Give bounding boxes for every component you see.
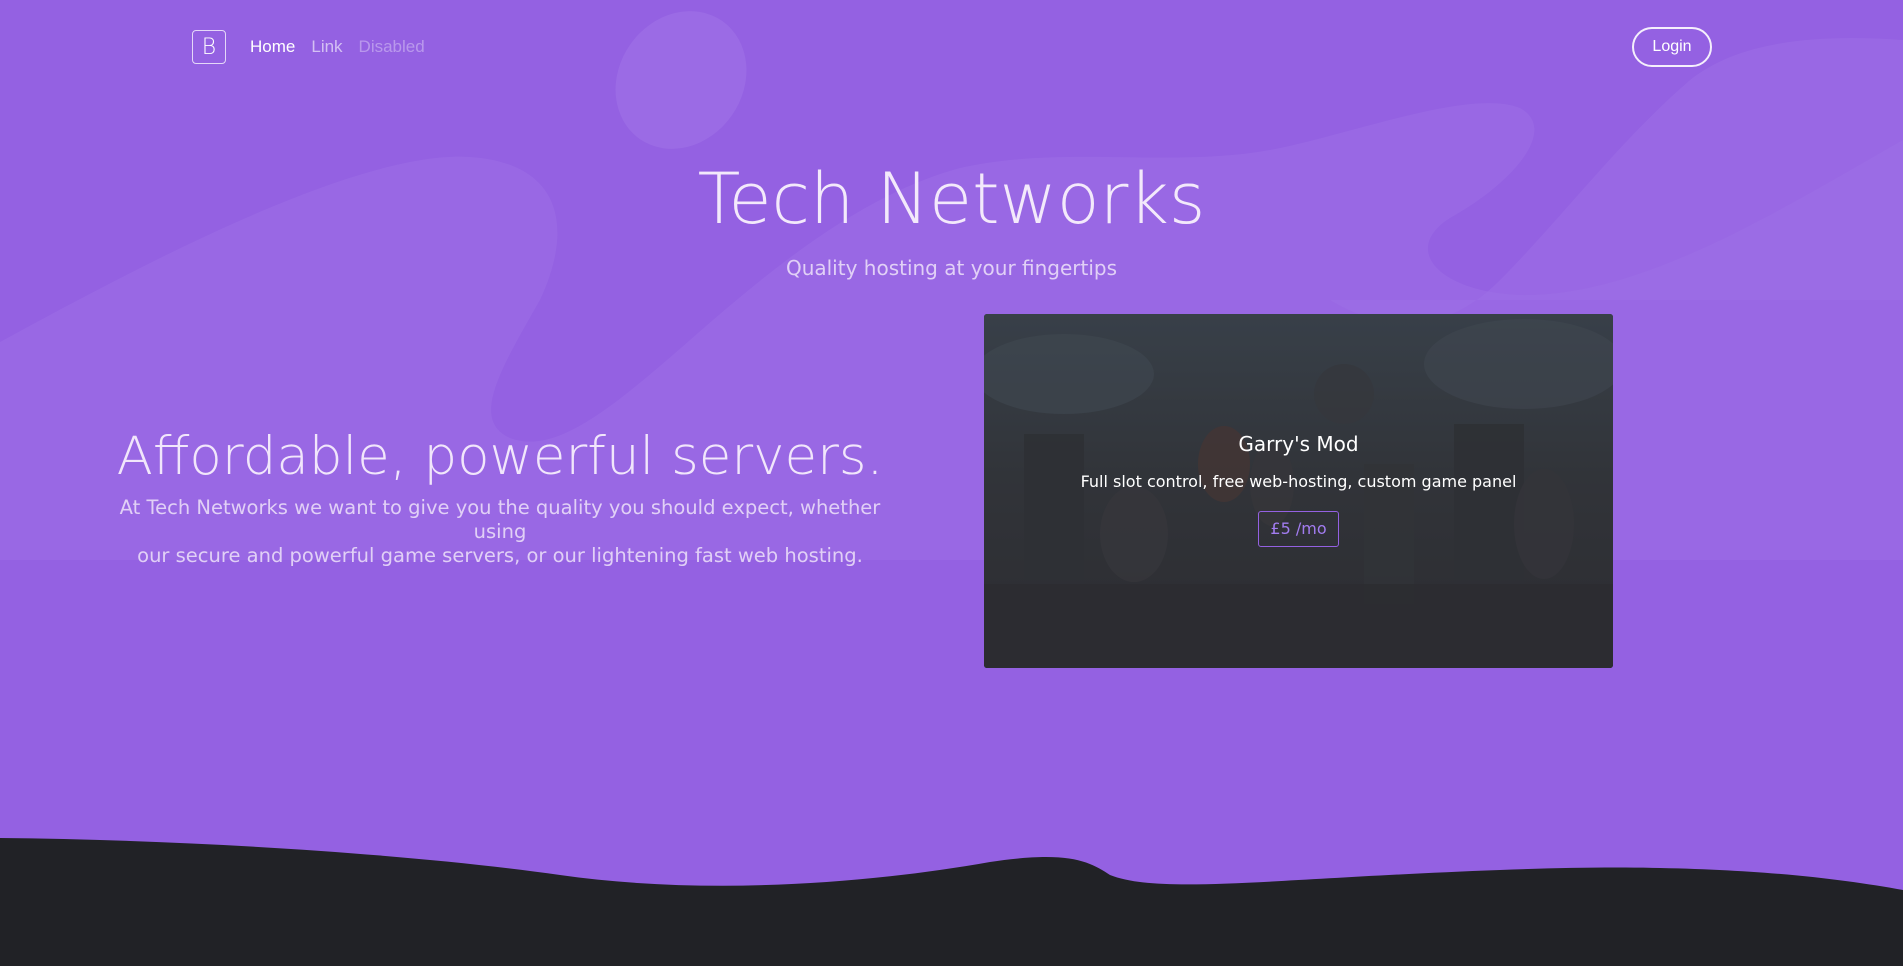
- page-subtitle: Quality hosting at your fingertips: [785, 256, 1118, 280]
- feature-description-line-1: At Tech Networks we want to give you the…: [119, 496, 881, 543]
- feature-description: At Tech Networks we want to give you the…: [100, 496, 900, 568]
- feature-heading: Affordable, powerful servers.: [116, 426, 884, 487]
- card-text: Full slot control, free web-hosting, cus…: [1080, 472, 1517, 491]
- card-title: Garry's Mod: [1238, 432, 1359, 456]
- product-card: Garry's Mod Full slot control, free web-…: [984, 314, 1613, 668]
- page-title: Tech Networks: [697, 158, 1206, 240]
- price-button[interactable]: £5 /mo: [1258, 511, 1339, 547]
- brand-logo[interactable]: B: [192, 30, 226, 64]
- nav-link-home[interactable]: Home: [250, 37, 295, 57]
- login-button[interactable]: Login: [1632, 27, 1712, 67]
- landing-page: B Home Link Disabled Login Tech Networks…: [0, 0, 1903, 966]
- feature-description-line-2: our secure and powerful game servers, or…: [137, 544, 863, 567]
- navbar: B Home Link Disabled: [192, 28, 441, 66]
- nav-link-link[interactable]: Link: [311, 37, 342, 57]
- card-body: Garry's Mod Full slot control, free web-…: [984, 432, 1613, 547]
- nav-link-disabled: Disabled: [358, 37, 425, 56]
